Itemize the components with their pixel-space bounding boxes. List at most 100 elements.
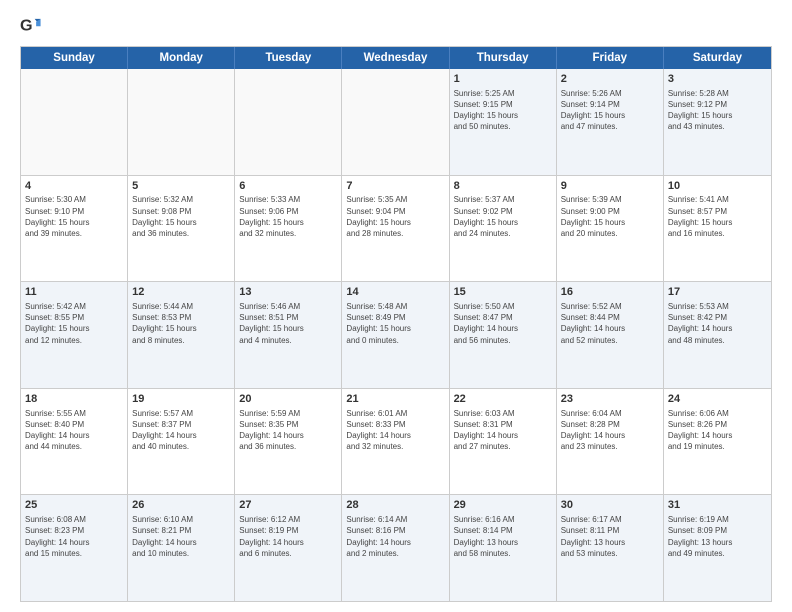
calendar-cell: 4Sunrise: 5:30 AM Sunset: 9:10 PM Daylig… bbox=[21, 176, 128, 282]
day-number: 26 bbox=[132, 498, 230, 513]
cell-info: Sunrise: 6:14 AM Sunset: 8:16 PM Dayligh… bbox=[346, 514, 444, 559]
day-number: 25 bbox=[25, 498, 123, 513]
cell-info: Sunrise: 6:17 AM Sunset: 8:11 PM Dayligh… bbox=[561, 514, 659, 559]
calendar-cell: 3Sunrise: 5:28 AM Sunset: 9:12 PM Daylig… bbox=[664, 69, 771, 175]
day-number: 2 bbox=[561, 72, 659, 87]
cell-info: Sunrise: 5:35 AM Sunset: 9:04 PM Dayligh… bbox=[346, 194, 444, 239]
cell-info: Sunrise: 6:06 AM Sunset: 8:26 PM Dayligh… bbox=[668, 408, 767, 453]
cell-info: Sunrise: 6:08 AM Sunset: 8:23 PM Dayligh… bbox=[25, 514, 123, 559]
calendar-cell: 22Sunrise: 6:03 AM Sunset: 8:31 PM Dayli… bbox=[450, 389, 557, 495]
calendar-cell: 28Sunrise: 6:14 AM Sunset: 8:16 PM Dayli… bbox=[342, 495, 449, 601]
calendar-cell: 31Sunrise: 6:19 AM Sunset: 8:09 PM Dayli… bbox=[664, 495, 771, 601]
day-number: 23 bbox=[561, 392, 659, 407]
day-number: 7 bbox=[346, 179, 444, 194]
cell-info: Sunrise: 5:33 AM Sunset: 9:06 PM Dayligh… bbox=[239, 194, 337, 239]
cell-info: Sunrise: 6:01 AM Sunset: 8:33 PM Dayligh… bbox=[346, 408, 444, 453]
calendar-cell: 21Sunrise: 6:01 AM Sunset: 8:33 PM Dayli… bbox=[342, 389, 449, 495]
calendar-cell: 15Sunrise: 5:50 AM Sunset: 8:47 PM Dayli… bbox=[450, 282, 557, 388]
calendar-cell bbox=[235, 69, 342, 175]
day-number: 12 bbox=[132, 285, 230, 300]
calendar-cell: 5Sunrise: 5:32 AM Sunset: 9:08 PM Daylig… bbox=[128, 176, 235, 282]
cell-info: Sunrise: 5:26 AM Sunset: 9:14 PM Dayligh… bbox=[561, 88, 659, 133]
calendar-cell: 20Sunrise: 5:59 AM Sunset: 8:35 PM Dayli… bbox=[235, 389, 342, 495]
calendar-header-cell: Thursday bbox=[450, 47, 557, 69]
header: G bbox=[20, 16, 772, 38]
cell-info: Sunrise: 5:41 AM Sunset: 8:57 PM Dayligh… bbox=[668, 194, 767, 239]
calendar-header-cell: Sunday bbox=[21, 47, 128, 69]
calendar-cell: 23Sunrise: 6:04 AM Sunset: 8:28 PM Dayli… bbox=[557, 389, 664, 495]
calendar-header: SundayMondayTuesdayWednesdayThursdayFrid… bbox=[21, 47, 771, 69]
day-number: 20 bbox=[239, 392, 337, 407]
calendar-cell: 30Sunrise: 6:17 AM Sunset: 8:11 PM Dayli… bbox=[557, 495, 664, 601]
cell-info: Sunrise: 6:10 AM Sunset: 8:21 PM Dayligh… bbox=[132, 514, 230, 559]
day-number: 27 bbox=[239, 498, 337, 513]
day-number: 14 bbox=[346, 285, 444, 300]
day-number: 30 bbox=[561, 498, 659, 513]
calendar-header-cell: Saturday bbox=[664, 47, 771, 69]
cell-info: Sunrise: 6:16 AM Sunset: 8:14 PM Dayligh… bbox=[454, 514, 552, 559]
calendar-cell: 29Sunrise: 6:16 AM Sunset: 8:14 PM Dayli… bbox=[450, 495, 557, 601]
day-number: 13 bbox=[239, 285, 337, 300]
day-number: 1 bbox=[454, 72, 552, 87]
calendar-header-cell: Wednesday bbox=[342, 47, 449, 69]
day-number: 8 bbox=[454, 179, 552, 194]
calendar-cell: 7Sunrise: 5:35 AM Sunset: 9:04 PM Daylig… bbox=[342, 176, 449, 282]
day-number: 4 bbox=[25, 179, 123, 194]
svg-text:G: G bbox=[20, 17, 33, 35]
calendar-cell bbox=[128, 69, 235, 175]
calendar-header-cell: Tuesday bbox=[235, 47, 342, 69]
calendar: SundayMondayTuesdayWednesdayThursdayFrid… bbox=[20, 46, 772, 602]
calendar-cell: 16Sunrise: 5:52 AM Sunset: 8:44 PM Dayli… bbox=[557, 282, 664, 388]
cell-info: Sunrise: 5:28 AM Sunset: 9:12 PM Dayligh… bbox=[668, 88, 767, 133]
cell-info: Sunrise: 6:03 AM Sunset: 8:31 PM Dayligh… bbox=[454, 408, 552, 453]
calendar-header-cell: Friday bbox=[557, 47, 664, 69]
cell-info: Sunrise: 5:32 AM Sunset: 9:08 PM Dayligh… bbox=[132, 194, 230, 239]
cell-info: Sunrise: 5:44 AM Sunset: 8:53 PM Dayligh… bbox=[132, 301, 230, 346]
day-number: 21 bbox=[346, 392, 444, 407]
calendar-week: 11Sunrise: 5:42 AM Sunset: 8:55 PM Dayli… bbox=[21, 282, 771, 389]
day-number: 3 bbox=[668, 72, 767, 87]
day-number: 22 bbox=[454, 392, 552, 407]
cell-info: Sunrise: 5:39 AM Sunset: 9:00 PM Dayligh… bbox=[561, 194, 659, 239]
calendar-cell: 24Sunrise: 6:06 AM Sunset: 8:26 PM Dayli… bbox=[664, 389, 771, 495]
calendar-cell: 12Sunrise: 5:44 AM Sunset: 8:53 PM Dayli… bbox=[128, 282, 235, 388]
calendar-cell: 6Sunrise: 5:33 AM Sunset: 9:06 PM Daylig… bbox=[235, 176, 342, 282]
cell-info: Sunrise: 5:53 AM Sunset: 8:42 PM Dayligh… bbox=[668, 301, 767, 346]
cell-info: Sunrise: 5:59 AM Sunset: 8:35 PM Dayligh… bbox=[239, 408, 337, 453]
calendar-cell: 10Sunrise: 5:41 AM Sunset: 8:57 PM Dayli… bbox=[664, 176, 771, 282]
calendar-cell: 13Sunrise: 5:46 AM Sunset: 8:51 PM Dayli… bbox=[235, 282, 342, 388]
cell-info: Sunrise: 5:57 AM Sunset: 8:37 PM Dayligh… bbox=[132, 408, 230, 453]
calendar-cell: 26Sunrise: 6:10 AM Sunset: 8:21 PM Dayli… bbox=[128, 495, 235, 601]
calendar-cell: 18Sunrise: 5:55 AM Sunset: 8:40 PM Dayli… bbox=[21, 389, 128, 495]
day-number: 28 bbox=[346, 498, 444, 513]
cell-info: Sunrise: 5:52 AM Sunset: 8:44 PM Dayligh… bbox=[561, 301, 659, 346]
cell-info: Sunrise: 5:50 AM Sunset: 8:47 PM Dayligh… bbox=[454, 301, 552, 346]
logo: G bbox=[20, 16, 46, 38]
day-number: 6 bbox=[239, 179, 337, 194]
calendar-header-cell: Monday bbox=[128, 47, 235, 69]
calendar-week: 4Sunrise: 5:30 AM Sunset: 9:10 PM Daylig… bbox=[21, 176, 771, 283]
cell-info: Sunrise: 5:37 AM Sunset: 9:02 PM Dayligh… bbox=[454, 194, 552, 239]
day-number: 5 bbox=[132, 179, 230, 194]
day-number: 16 bbox=[561, 285, 659, 300]
calendar-cell: 25Sunrise: 6:08 AM Sunset: 8:23 PM Dayli… bbox=[21, 495, 128, 601]
day-number: 10 bbox=[668, 179, 767, 194]
cell-info: Sunrise: 5:25 AM Sunset: 9:15 PM Dayligh… bbox=[454, 88, 552, 133]
calendar-cell: 8Sunrise: 5:37 AM Sunset: 9:02 PM Daylig… bbox=[450, 176, 557, 282]
day-number: 18 bbox=[25, 392, 123, 407]
calendar-cell: 1Sunrise: 5:25 AM Sunset: 9:15 PM Daylig… bbox=[450, 69, 557, 175]
calendar-cell: 11Sunrise: 5:42 AM Sunset: 8:55 PM Dayli… bbox=[21, 282, 128, 388]
page: G SundayMondayTuesdayWednesdayThursdayFr… bbox=[0, 0, 792, 612]
calendar-cell: 9Sunrise: 5:39 AM Sunset: 9:00 PM Daylig… bbox=[557, 176, 664, 282]
day-number: 19 bbox=[132, 392, 230, 407]
day-number: 15 bbox=[454, 285, 552, 300]
day-number: 17 bbox=[668, 285, 767, 300]
cell-info: Sunrise: 6:04 AM Sunset: 8:28 PM Dayligh… bbox=[561, 408, 659, 453]
cell-info: Sunrise: 5:55 AM Sunset: 8:40 PM Dayligh… bbox=[25, 408, 123, 453]
calendar-body: 1Sunrise: 5:25 AM Sunset: 9:15 PM Daylig… bbox=[21, 69, 771, 601]
calendar-cell: 14Sunrise: 5:48 AM Sunset: 8:49 PM Dayli… bbox=[342, 282, 449, 388]
calendar-week: 25Sunrise: 6:08 AM Sunset: 8:23 PM Dayli… bbox=[21, 495, 771, 601]
calendar-cell: 17Sunrise: 5:53 AM Sunset: 8:42 PM Dayli… bbox=[664, 282, 771, 388]
cell-info: Sunrise: 5:48 AM Sunset: 8:49 PM Dayligh… bbox=[346, 301, 444, 346]
logo-icon: G bbox=[20, 16, 42, 38]
